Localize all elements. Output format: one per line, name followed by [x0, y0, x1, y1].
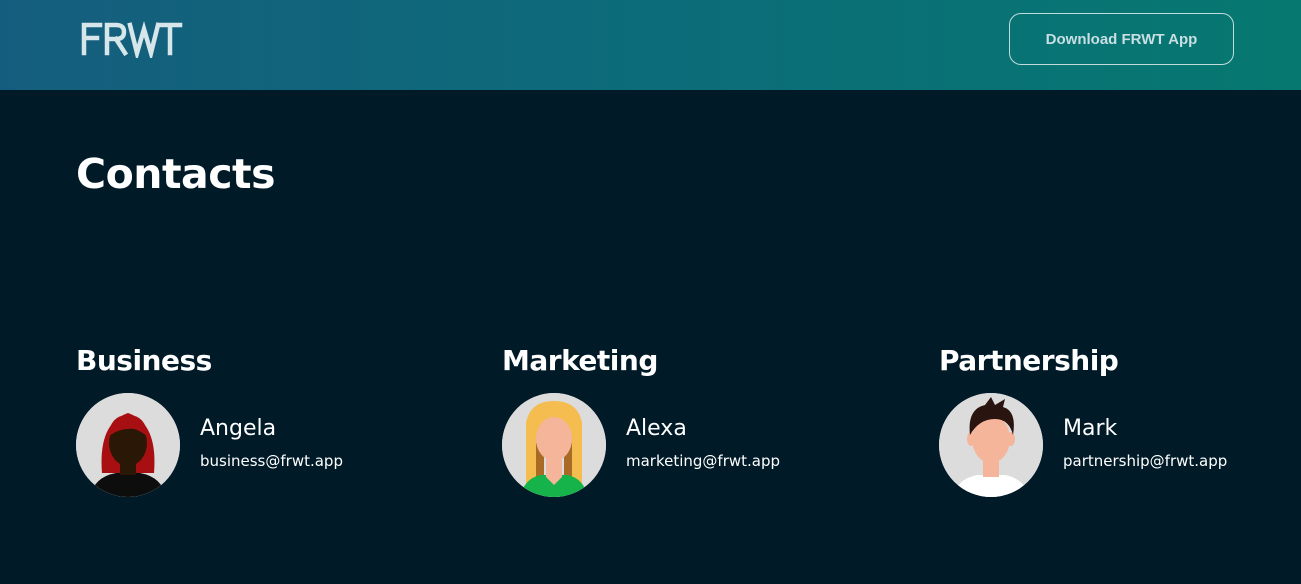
woman-blonde-hair-avatar-icon	[502, 393, 606, 497]
man-dark-hair-avatar-icon	[939, 393, 1043, 497]
contact-email-link[interactable]: marketing@frwt.app	[626, 452, 780, 470]
contact-name: Alexa	[626, 416, 687, 441]
woman-red-hair-avatar-icon	[76, 393, 180, 497]
contact-email-link[interactable]: business@frwt.app	[200, 452, 343, 470]
contact-heading: Marketing	[502, 344, 658, 377]
top-header: Download FRWT App	[0, 0, 1301, 90]
frwt-logo[interactable]	[80, 18, 184, 62]
contact-email-link[interactable]: partnership@frwt.app	[1063, 452, 1227, 470]
contact-heading: Partnership	[939, 344, 1119, 377]
contact-card-business: Business Angela business@frwt.app	[76, 344, 416, 504]
contact-heading: Business	[76, 344, 212, 377]
contact-name: Angela	[200, 416, 277, 441]
download-app-button[interactable]: Download FRWT App	[1009, 13, 1234, 65]
contact-card-partnership: Partnership Mark partnership@frwt.app	[939, 344, 1279, 504]
contact-card-marketing: Marketing Alexa marketing@frwt.app	[502, 344, 842, 504]
contact-name: Mark	[1063, 416, 1118, 441]
page-title: Contacts	[76, 150, 276, 198]
